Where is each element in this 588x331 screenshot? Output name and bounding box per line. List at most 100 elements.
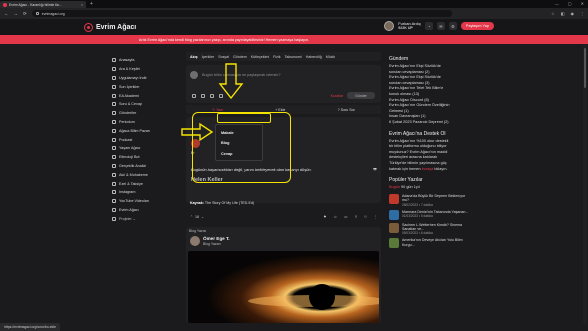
post-button-label: Paylaşım Yap <box>465 24 489 28</box>
sidebar-item-instagram[interactable]: Instagram <box>112 188 176 197</box>
blog-author-avatar[interactable] <box>190 236 200 246</box>
site-logo[interactable]: Evrim Ağacı <box>84 22 136 32</box>
link-icon[interactable] <box>201 94 205 98</box>
scrollbar-thumb[interactable] <box>584 48 586 88</box>
tab-sosyal[interactable]: Sosyal <box>218 55 229 59</box>
tab-akis[interactable]: Akış <box>190 55 198 59</box>
popular-item[interactable]: Amerika'nın Deveye Atıcları Yolu Bilim K… <box>389 238 469 249</box>
sidebar-item-download[interactable]: Uygulamayı İndir <box>112 74 176 83</box>
notifications-icon[interactable]: ◔ <box>424 22 433 30</box>
browser-tab[interactable]: Evrim Ağacı - Karanlığı bilimle tla... × <box>0 1 86 8</box>
url-bar[interactable]: evrimagaci.org <box>31 10 452 17</box>
support-link[interactable]: buraya <box>422 167 434 171</box>
blog-label: Blog Yazısı <box>189 229 207 233</box>
image-icon[interactable] <box>192 94 196 98</box>
sidebar-item-ezel[interactable]: Ezel & Taksiye <box>112 179 176 188</box>
tab-gundem[interactable]: Gündem <box>233 55 247 59</box>
sidebar-item-posts[interactable]: Gönderiler <box>112 109 176 118</box>
post-action-icons: ⚑ ☺ ▭ ⇪ ⌑ ⋮ <box>323 215 377 219</box>
sidebar-item-recent[interactable]: Son İçerikler <box>112 82 176 91</box>
emoji-reaction-icon[interactable]: ☺ <box>333 215 337 219</box>
add-button[interactable]: + Ekle <box>275 108 285 112</box>
youtube-icon <box>112 199 116 204</box>
reload-icon[interactable]: ⟳ <box>23 11 27 17</box>
popular-filter-today[interactable]: Bugün <box>389 185 400 189</box>
sidebar-item-search[interactable]: Ara & Keşfet <box>112 65 176 74</box>
sidebar-item-shop[interactable]: Ağaca Bilim Pazarı <box>112 126 176 135</box>
post-button[interactable]: Paylaşım Yap <box>460 22 494 30</box>
ask-question-button[interactable]: ? Soru Sor <box>338 108 355 112</box>
tab-taksonomi[interactable]: Taksonomi <box>285 55 302 59</box>
extensions-icon[interactable]: ◧ <box>561 11 565 16</box>
popular-item[interactable]: Marmara Denizi'nin Tabanında Yaşanan... 0… <box>389 209 469 220</box>
popular-thumb <box>389 238 399 249</box>
sidebar-item-periodum[interactable]: Periodum <box>112 118 176 127</box>
tab-habercilik[interactable]: Haberciliğ <box>306 55 322 59</box>
popular-title: Popüler Yazılar <box>389 177 423 184</box>
sidebar-item-etymology[interactable]: Etimoloji Bot <box>112 153 176 162</box>
settings-icon[interactable]: ⚙ <box>448 22 457 30</box>
composer-avatar <box>190 71 198 79</box>
blog-cover-image[interactable] <box>188 251 379 323</box>
sidebar-item-tree-of-life[interactable]: Yaşam Ağacı <box>112 144 176 153</box>
tab-fizik[interactable]: Fizik <box>273 55 280 59</box>
podcast-icon <box>112 137 116 142</box>
send-button[interactable]: Gönder <box>347 92 375 99</box>
vote-count: 18 <box>195 215 200 219</box>
popular-item[interactable]: Sachem L.Wetterhen Kimdir? Sinema Sanatl… <box>389 222 469 235</box>
user-info[interactable]: Furkan Ardıç 922K UP <box>398 21 421 31</box>
poll-icon[interactable] <box>210 94 214 98</box>
sidebar-item-label: Ağaca Bilim Pazarı <box>119 128 151 133</box>
sidebar-item-reality[interactable]: Gerçeklik Analizi <box>112 162 176 171</box>
share-icon[interactable]: ⇪ <box>355 215 358 219</box>
sidebar-item-label: Projeler ⌄ <box>119 216 136 221</box>
forward-icon[interactable]: → <box>14 11 19 16</box>
sidebar-item-home[interactable]: Anasayfa <box>112 56 176 65</box>
sidebar-item-qa[interactable]: Soru & Cevap <box>112 100 176 109</box>
sidebar-item-academy[interactable]: EA Akademi <box>112 91 176 100</box>
sidebar-item-youtube[interactable]: YouTube Videoları <box>112 197 176 206</box>
header-user-area: Furkan Ardıç 922K UP ◔ ✉ ⚙ Paylaşım Yap <box>384 21 494 31</box>
sidebar-item-label: YouTube Videoları <box>119 199 150 204</box>
sidebar-projects-toggle[interactable]: Projeler ⌄ <box>112 214 176 223</box>
profile-icon[interactable]: ◉ <box>571 11 575 16</box>
sidebar-item-label: Soru & Cevap <box>119 102 142 107</box>
write-button[interactable]: ✎ Yazı <box>212 108 223 112</box>
maximize-button[interactable]: ▢ <box>568 0 572 8</box>
emoji-icon[interactable] <box>219 94 223 98</box>
sidebar-item-podcast[interactable]: Podcast <box>112 135 176 144</box>
sidebar-item-reasoning[interactable]: Akıl & Muhakeme <box>112 170 176 179</box>
user-avatar[interactable] <box>384 21 395 31</box>
popular-filter-rest[interactable]: 90 gün 1yıl <box>401 185 420 189</box>
sidebar-item-evrim[interactable]: Evrim Ağacı <box>112 206 176 215</box>
downvote-icon[interactable]: ⌄ <box>201 215 204 219</box>
announcement-banner[interactable]: Artık Evrim Ağacı'nda kendi blog yazılar… <box>0 35 588 44</box>
upvote-icon[interactable]: ⌃ <box>190 215 193 219</box>
menu-icon[interactable]: ⋮ <box>580 11 584 16</box>
close-window-button[interactable]: ✕ <box>581 0 584 8</box>
gundem-item[interactable]: 6 Şubat 2023 Pazarcık Depremi (2) <box>389 120 469 126</box>
composer-input[interactable]: Bugün bilim camiasıyla ne paylaşmak iste… <box>202 73 281 77</box>
tab-kutlecekimi[interactable]: Kütleçekimi <box>251 55 269 59</box>
tab-icerikler[interactable]: İçerikler <box>202 55 215 59</box>
messages-icon[interactable]: ✉ <box>436 22 445 30</box>
tab-muzik[interactable]: Müzik <box>326 55 335 59</box>
minimize-button[interactable]: — <box>555 0 559 8</box>
tree-icon <box>112 146 116 151</box>
flag-icon[interactable]: ⚑ <box>323 215 326 219</box>
support-text-end: tıklayın. <box>434 166 448 171</box>
bookmark-icon[interactable]: ⌑ <box>365 215 367 219</box>
post-composer: Bugün bilim camiasıyla ne paylaşmak iste… <box>186 65 381 103</box>
sidebar-item-label: Akıl & Muhakeme <box>119 172 148 177</box>
new-tab-button[interactable]: + <box>90 1 93 7</box>
tab-close-icon[interactable]: × <box>81 3 83 7</box>
star-icon[interactable]: ☆ <box>551 11 555 16</box>
page-scrollbar[interactable] <box>583 44 587 324</box>
rules-link[interactable]: Kurallar <box>331 94 343 98</box>
more-options-icon[interactable]: ⋮ <box>373 215 377 219</box>
popular-item[interactable]: Adana'da Büyük Bir Deprem Beklenıyor mu?… <box>389 193 469 207</box>
comment-icon[interactable]: ▭ <box>344 215 347 219</box>
blog-author-name[interactable]: Ömer Ege T. <box>203 236 230 241</box>
back-icon[interactable]: ← <box>4 11 9 16</box>
book-icon <box>112 181 116 186</box>
